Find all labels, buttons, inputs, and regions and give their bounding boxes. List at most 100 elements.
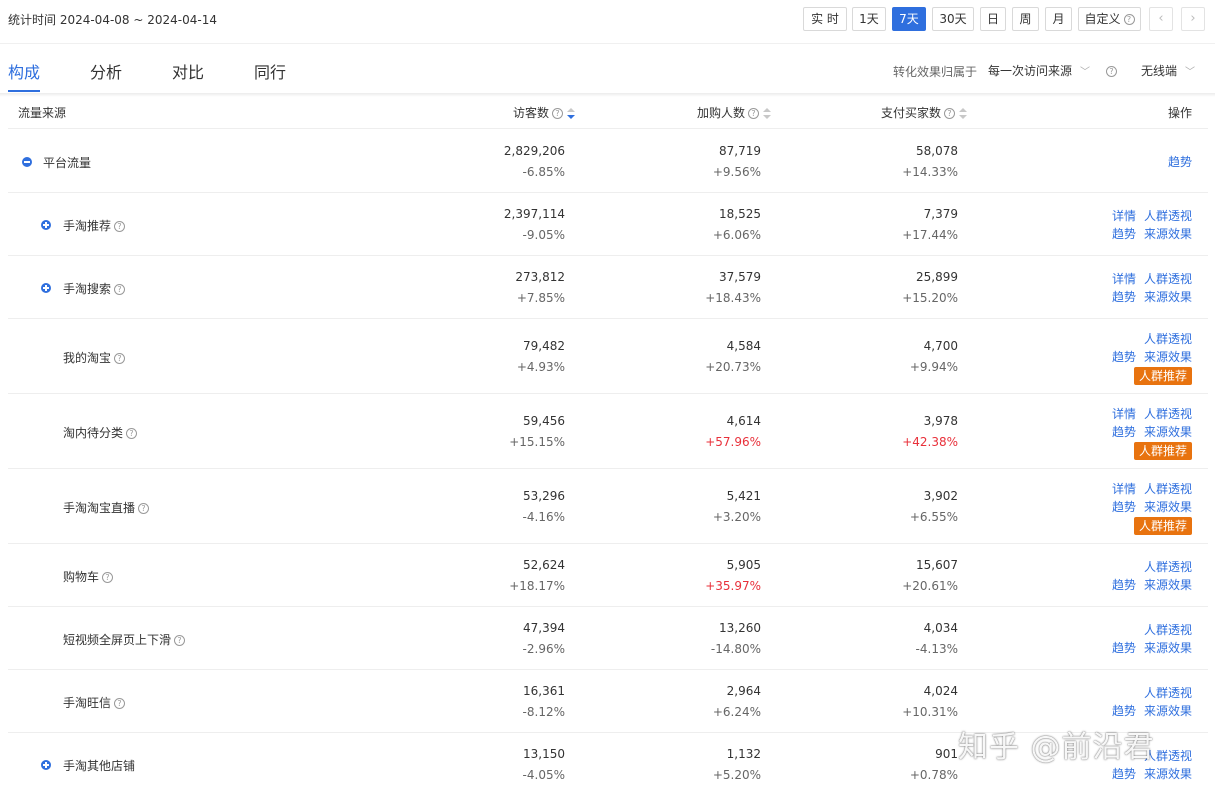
period-30day-button[interactable]: 30天 bbox=[932, 7, 974, 31]
sort-icon[interactable] bbox=[763, 107, 772, 120]
help-icon[interactable]: ? bbox=[102, 571, 114, 583]
audience-recommend-button[interactable]: 人群推荐 bbox=[1133, 366, 1192, 385]
action-link[interactable]: 人群透视 bbox=[1144, 209, 1192, 223]
help-icon[interactable]: ? bbox=[126, 427, 138, 439]
action-link[interactable]: 趋势 bbox=[1112, 425, 1136, 439]
help-icon[interactable]: ? bbox=[114, 220, 126, 232]
help-icon[interactable]: ? bbox=[174, 634, 186, 646]
action-link[interactable]: 趋势 bbox=[1112, 350, 1136, 364]
column-buyers[interactable]: 支付买家数? bbox=[881, 104, 968, 121]
metric-cart: 4,584 +20.73% bbox=[621, 336, 761, 378]
action-link[interactable]: 人群透视 bbox=[1144, 272, 1192, 286]
metric-value: 87,719 bbox=[719, 143, 761, 158]
action-link[interactable]: 详情 bbox=[1112, 272, 1136, 286]
expand-plus-icon[interactable] bbox=[41, 759, 51, 770]
row-actions: 人群透视 趋势 来源效果 bbox=[1104, 684, 1192, 720]
sort-icon[interactable] bbox=[567, 107, 576, 120]
metric-visitors: 273,812 +7.85% bbox=[425, 267, 565, 309]
action-link[interactable]: 来源效果 bbox=[1144, 767, 1192, 781]
action-link[interactable]: 来源效果 bbox=[1144, 425, 1192, 439]
metric-value: 5,421 bbox=[726, 488, 761, 503]
metric-value: 4,024 bbox=[923, 683, 958, 698]
metric-cart: 18,525 +6.06% bbox=[621, 204, 761, 246]
metric-cart: 37,579 +18.43% bbox=[621, 267, 761, 309]
prev-period-button[interactable]: ‹ bbox=[1149, 7, 1173, 31]
tab-compare[interactable]: 对比 bbox=[172, 59, 204, 83]
action-link[interactable]: 详情 bbox=[1112, 209, 1136, 223]
period-custom-button[interactable]: 自定义? bbox=[1078, 7, 1141, 31]
action-link[interactable]: 来源效果 bbox=[1144, 500, 1192, 514]
expand-plus-icon[interactable] bbox=[41, 219, 51, 230]
metric-cart: 87,719 +9.56% bbox=[621, 141, 761, 183]
action-link[interactable]: 趋势 bbox=[1112, 767, 1136, 781]
row-actions: 人群透视 趋势 来源效果 bbox=[1104, 558, 1192, 594]
collapse-minus-icon[interactable] bbox=[22, 156, 32, 167]
action-link[interactable]: 趋势 bbox=[1112, 227, 1136, 241]
action-link[interactable]: 趋势 bbox=[1112, 641, 1136, 655]
column-source: 流量来源 bbox=[18, 106, 67, 120]
metric-change: -4.13% bbox=[915, 641, 958, 656]
audience-recommend-button[interactable]: 人群推荐 bbox=[1133, 441, 1192, 460]
sort-icon[interactable] bbox=[959, 107, 968, 120]
action-link[interactable]: 人群透视 bbox=[1144, 482, 1192, 496]
tab-composition[interactable]: 构成 bbox=[8, 59, 40, 83]
metric-value: 3,902 bbox=[923, 488, 958, 503]
action-link[interactable]: 人群透视 bbox=[1144, 560, 1192, 574]
next-period-button[interactable]: › bbox=[1181, 7, 1205, 31]
action-link[interactable]: 趋势 bbox=[1112, 578, 1136, 592]
metric-value: 1,132 bbox=[726, 746, 761, 761]
source-name: 手淘旺信? bbox=[63, 694, 126, 711]
row-actions: 详情 人群透视 趋势 来源效果 bbox=[1104, 207, 1192, 243]
action-link[interactable]: 趋势 bbox=[1112, 704, 1136, 718]
table-row: 短视频全屏页上下滑? 47,394 -2.96% 13,260 -14.80% 4,034… bbox=[8, 607, 1208, 670]
metric-cart: 5,905 +35.97% bbox=[621, 555, 761, 597]
metric-change: -4.05% bbox=[522, 767, 565, 782]
period-7day-button[interactable]: 7天 bbox=[892, 7, 926, 31]
period-week-button[interactable]: 周 bbox=[1012, 7, 1039, 31]
attribution-select[interactable]: 每一次访问来源 ﹀? bbox=[988, 62, 1118, 79]
period-1day-button[interactable]: 1天 bbox=[852, 7, 886, 31]
action-link[interactable]: 人群透视 bbox=[1144, 332, 1192, 346]
help-icon[interactable]: ? bbox=[114, 697, 126, 709]
metric-change: +3.20% bbox=[712, 509, 761, 524]
period-day-button[interactable]: 日 bbox=[980, 7, 1006, 31]
action-link[interactable]: 来源效果 bbox=[1144, 641, 1192, 655]
tab-peers[interactable]: 同行 bbox=[254, 59, 286, 83]
help-icon[interactable]: ? bbox=[114, 352, 126, 364]
action-link[interactable]: 趋势 bbox=[1112, 500, 1136, 514]
action-link[interactable]: 趋势 bbox=[1168, 155, 1192, 169]
action-link[interactable]: 人群透视 bbox=[1144, 407, 1192, 421]
period-realtime-button[interactable]: 实 时 bbox=[803, 7, 847, 31]
metric-value: 53,296 bbox=[523, 488, 565, 503]
help-icon[interactable]: ? bbox=[138, 502, 150, 514]
source-name: 手淘淘宝直播? bbox=[63, 499, 150, 516]
action-link[interactable]: 来源效果 bbox=[1144, 350, 1192, 364]
tab-analysis[interactable]: 分析 bbox=[90, 59, 122, 83]
audience-recommend-button[interactable]: 人群推荐 bbox=[1133, 516, 1192, 535]
action-link[interactable]: 来源效果 bbox=[1144, 578, 1192, 592]
source-name-label: 手淘搜索 bbox=[63, 281, 112, 296]
source-name-label: 短视频全屏页上下滑 bbox=[63, 632, 172, 647]
action-link[interactable]: 人群透视 bbox=[1144, 686, 1192, 700]
metric-value: 59,456 bbox=[523, 413, 565, 428]
column-cart[interactable]: 加购人数? bbox=[697, 104, 772, 121]
expand-plus-icon[interactable] bbox=[41, 282, 51, 293]
action-link[interactable]: 来源效果 bbox=[1144, 227, 1192, 241]
action-link[interactable]: 来源效果 bbox=[1144, 290, 1192, 304]
metric-value: 47,394 bbox=[523, 620, 565, 635]
help-icon: ? bbox=[1106, 66, 1118, 77]
action-link[interactable]: 详情 bbox=[1112, 482, 1136, 496]
source-name-label: 平台流量 bbox=[43, 155, 92, 170]
metric-change: +20.61% bbox=[902, 578, 958, 593]
action-link[interactable]: 人群透视 bbox=[1144, 623, 1192, 637]
help-icon[interactable]: ? bbox=[114, 283, 126, 295]
period-month-button[interactable]: 月 bbox=[1045, 7, 1072, 31]
action-link[interactable]: 来源效果 bbox=[1144, 704, 1192, 718]
device-select[interactable]: 无线端 ﹀ bbox=[1141, 62, 1195, 79]
source-name: 购物车? bbox=[63, 568, 114, 585]
metric-change: +57.96% bbox=[705, 434, 761, 449]
action-link[interactable]: 趋势 bbox=[1112, 290, 1136, 304]
column-visitors[interactable]: 访客数? bbox=[513, 104, 576, 121]
action-link[interactable]: 详情 bbox=[1112, 407, 1136, 421]
source-name-label: 手淘旺信 bbox=[63, 695, 112, 710]
